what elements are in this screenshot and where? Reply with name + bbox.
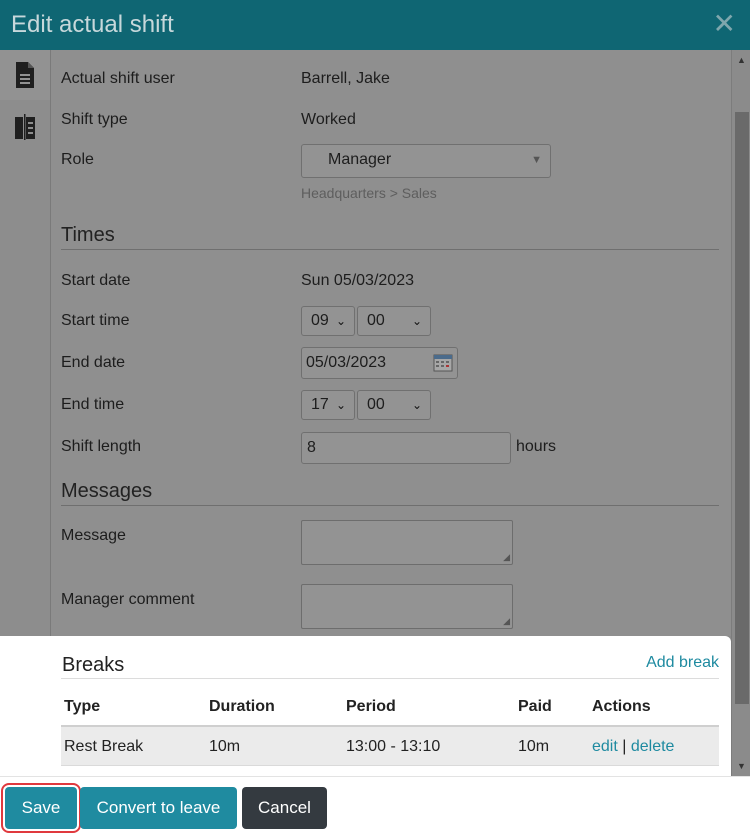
scroll-down-icon[interactable]: ▼ (737, 761, 746, 771)
break-period: 13:00 - 13:10 (346, 738, 441, 755)
manager-comment-label: Manager comment (61, 591, 195, 608)
role-path: Headquarters > Sales (301, 185, 437, 201)
shift-form: Actual shift user Barrell, Jake Shift ty… (51, 50, 731, 636)
compare-icon (15, 114, 35, 140)
action-separator: | (622, 738, 627, 755)
cancel-button[interactable]: Cancel (242, 787, 327, 829)
shift-type-value: Worked (301, 111, 356, 128)
breaks-panel: Breaks Add break Type Duration Period Pa… (0, 636, 731, 776)
chevron-down-icon: ⌄ (335, 398, 346, 412)
dialog-footer: Save Convert to leave Cancel (0, 776, 750, 837)
break-type: Rest Break (64, 738, 144, 755)
delete-break-link[interactable]: delete (631, 738, 675, 755)
message-label: Message (61, 527, 126, 544)
shift-type-label: Shift type (61, 111, 128, 128)
start-date-value: Sun 05/03/2023 (301, 272, 414, 289)
user-label: Actual shift user (61, 70, 175, 87)
table-row: Rest Break 10m 13:00 - 13:10 10m edit | … (61, 727, 719, 765)
end-minute-value: 00 (367, 396, 385, 413)
manager-comment-textarea[interactable]: ◢ (301, 584, 513, 629)
times-heading: Times (61, 224, 719, 250)
end-hour-select[interactable]: 17 ⌄ (301, 390, 355, 420)
messages-heading: Messages (61, 480, 719, 506)
divider (61, 678, 719, 679)
end-date-value: 05/03/2023 (306, 354, 387, 371)
scrollbar-thumb[interactable] (735, 112, 749, 704)
add-break-link[interactable]: Add break (646, 654, 719, 672)
user-value: Barrell, Jake (301, 70, 390, 87)
break-actions: edit | delete (592, 738, 674, 756)
role-label: Role (61, 151, 94, 168)
break-duration: 10m (209, 738, 241, 755)
chevron-down-icon: ⌄ (411, 314, 422, 328)
document-icon (16, 62, 34, 88)
divider (61, 765, 719, 766)
edit-break-link[interactable]: edit (592, 738, 618, 755)
resize-grip-icon[interactable]: ◢ (503, 552, 510, 563)
calendar-icon[interactable] (433, 354, 453, 372)
column-header-duration: Duration (209, 698, 275, 715)
convert-to-leave-button[interactable]: Convert to leave (80, 787, 237, 829)
chevron-down-icon: ⌄ (335, 314, 346, 328)
tab-details[interactable] (0, 50, 50, 100)
dialog-title: Edit actual shift (11, 11, 174, 38)
start-minute-select[interactable]: 00 ⌄ (357, 306, 431, 336)
close-icon[interactable]: ✕ (713, 10, 736, 38)
column-header-period: Period (346, 698, 396, 715)
end-date-input[interactable]: 05/03/2023 (301, 347, 458, 379)
shift-length-unit: hours (516, 438, 557, 455)
column-header-paid: Paid (518, 698, 552, 715)
role-select[interactable]: Manager ▼ (301, 144, 551, 178)
save-button[interactable]: Save (1, 783, 81, 833)
breaks-heading: Breaks (62, 654, 125, 676)
end-minute-select[interactable]: 00 ⌄ (357, 390, 431, 420)
dialog-header: Edit actual shift ✕ (0, 0, 750, 50)
shift-length-input[interactable]: 8 (301, 432, 511, 464)
dropdown-arrow-icon: ▼ (531, 154, 542, 166)
role-value: Manager (328, 151, 392, 168)
column-header-actions: Actions (592, 698, 651, 715)
end-time-label: End time (61, 396, 125, 413)
break-paid: 10m (518, 738, 550, 755)
end-date-label: End date (61, 354, 126, 371)
column-header-type: Type (64, 698, 101, 715)
start-hour-value: 09 (311, 312, 329, 329)
start-hour-select[interactable]: 09 ⌄ (301, 306, 355, 336)
scrollbar[interactable]: ▲ ▼ (731, 50, 750, 776)
message-textarea[interactable]: ◢ (301, 520, 513, 565)
start-date-label: Start date (61, 272, 131, 289)
shift-length-value: 8 (307, 439, 316, 456)
shift-length-label: Shift length (61, 438, 142, 455)
end-hour-value: 17 (311, 396, 329, 413)
tab-compare[interactable] (0, 102, 50, 152)
start-minute-value: 00 (367, 312, 385, 329)
start-time-label: Start time (61, 312, 130, 329)
resize-grip-icon[interactable]: ◢ (503, 616, 510, 627)
scroll-up-icon[interactable]: ▲ (737, 55, 746, 65)
dialog-sidebar (0, 50, 51, 636)
chevron-down-icon: ⌄ (411, 398, 422, 412)
